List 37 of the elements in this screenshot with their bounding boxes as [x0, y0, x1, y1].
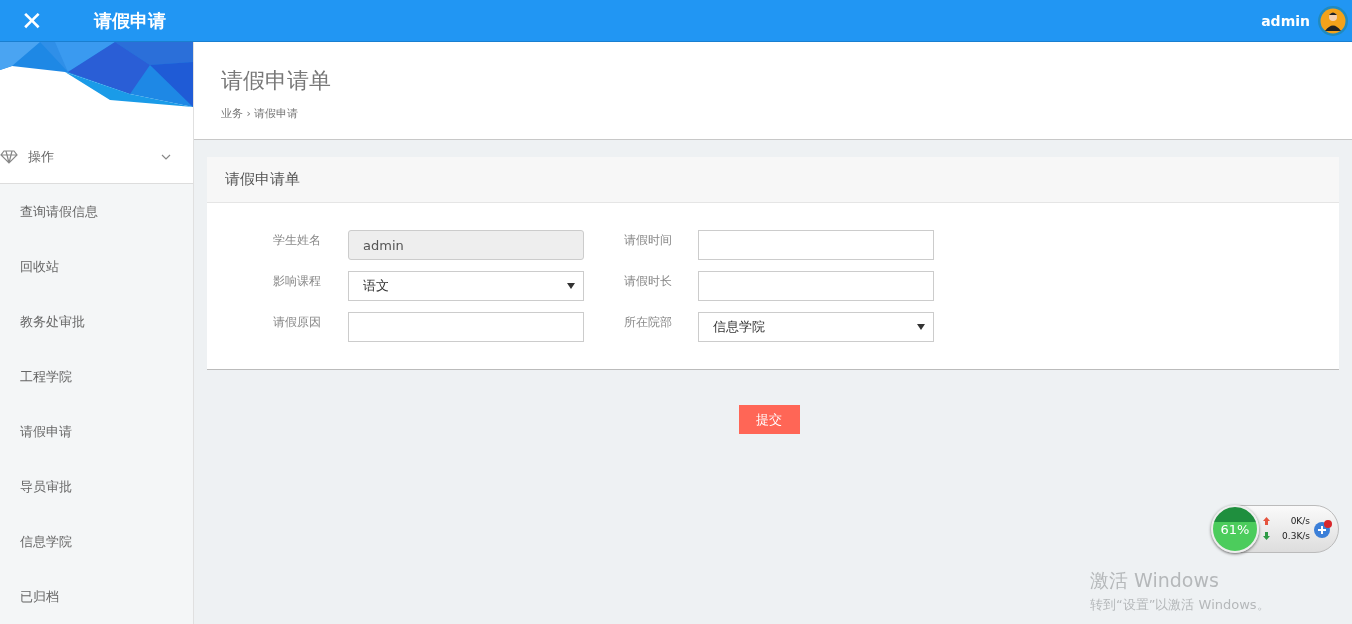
page-title: 请假申请单 [221, 67, 332, 95]
sidebar-item[interactable]: 教务处审批 [0, 294, 193, 349]
input-field[interactable] [348, 312, 584, 342]
down-arrow-icon [1263, 532, 1270, 540]
field-label: 学生姓名 [272, 232, 322, 249]
upload-rate: 0K/s [1289, 516, 1310, 526]
sidebar-item[interactable]: 查询请假信息 [0, 184, 193, 239]
sidebar-item[interactable]: 工程学院 [0, 349, 193, 404]
sidebar-item[interactable]: 导员审批 [0, 459, 193, 514]
field-label: 所在院部 [624, 314, 673, 331]
sidebar-item[interactable]: 已归档 [0, 569, 193, 624]
input-field[interactable] [698, 271, 934, 301]
breadcrumb: 业务 › 请假申请 [221, 106, 300, 121]
field-label: 请假原因 [272, 314, 322, 331]
sidebar-item[interactable]: 信息学院 [0, 514, 193, 569]
user-name[interactable]: admin [1261, 12, 1310, 29]
group-label: 操作 [28, 147, 55, 166]
field-label: 影响课程 [272, 273, 322, 290]
app-title: 请假申请 [94, 8, 166, 33]
card-title: 请假申请单 [207, 157, 1339, 203]
download-rate: 0.3K/s [1281, 531, 1310, 541]
caret-icon [917, 324, 925, 330]
up-arrow-icon [1263, 517, 1270, 525]
input-field[interactable] [698, 230, 934, 260]
field-label: 请假时长 [624, 273, 673, 290]
sidebar-group[interactable]: 操作 [0, 130, 193, 184]
field-label: 请假时间 [624, 232, 673, 249]
diamond-icon [0, 149, 18, 164]
sidebar-item[interactable]: 回收站 [0, 239, 193, 294]
sidebar-item[interactable]: 请假申请 [0, 404, 193, 459]
caret-icon [567, 283, 575, 289]
plus-icon[interactable] [1314, 520, 1332, 538]
avatar-icon[interactable] [1318, 5, 1348, 36]
select-field[interactable]: 语文 [348, 271, 584, 301]
select-field[interactable]: 信息学院 [698, 312, 934, 342]
close-button[interactable]: ✕ [0, 0, 64, 42]
activation-title: 激活 Windows [1090, 568, 1219, 593]
